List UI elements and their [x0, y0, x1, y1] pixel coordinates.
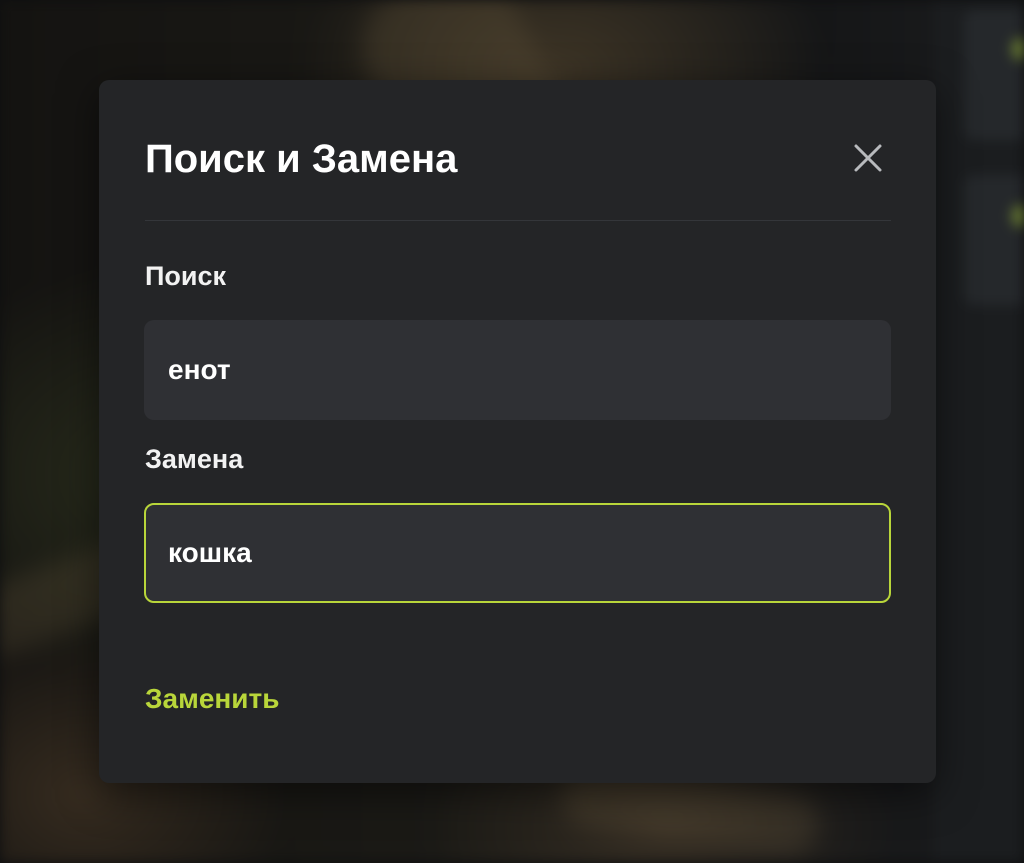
search-label: Поиск — [145, 261, 227, 291]
header-divider — [145, 220, 891, 221]
replace-label: Замена — [145, 444, 244, 474]
dialog-title: Поиск и Замена — [145, 137, 458, 181]
background-card — [964, 175, 1024, 305]
close-icon — [854, 144, 882, 172]
replace-input[interactable] — [144, 503, 891, 603]
background-dot — [1012, 38, 1024, 60]
search-replace-dialog: Поиск и Замена Поиск Замена Заменить — [99, 80, 936, 783]
replace-button[interactable]: Заменить — [145, 682, 279, 716]
close-button[interactable] — [847, 137, 889, 179]
background-card — [964, 10, 1024, 140]
background-dot — [1012, 205, 1024, 227]
search-input[interactable] — [144, 320, 891, 420]
